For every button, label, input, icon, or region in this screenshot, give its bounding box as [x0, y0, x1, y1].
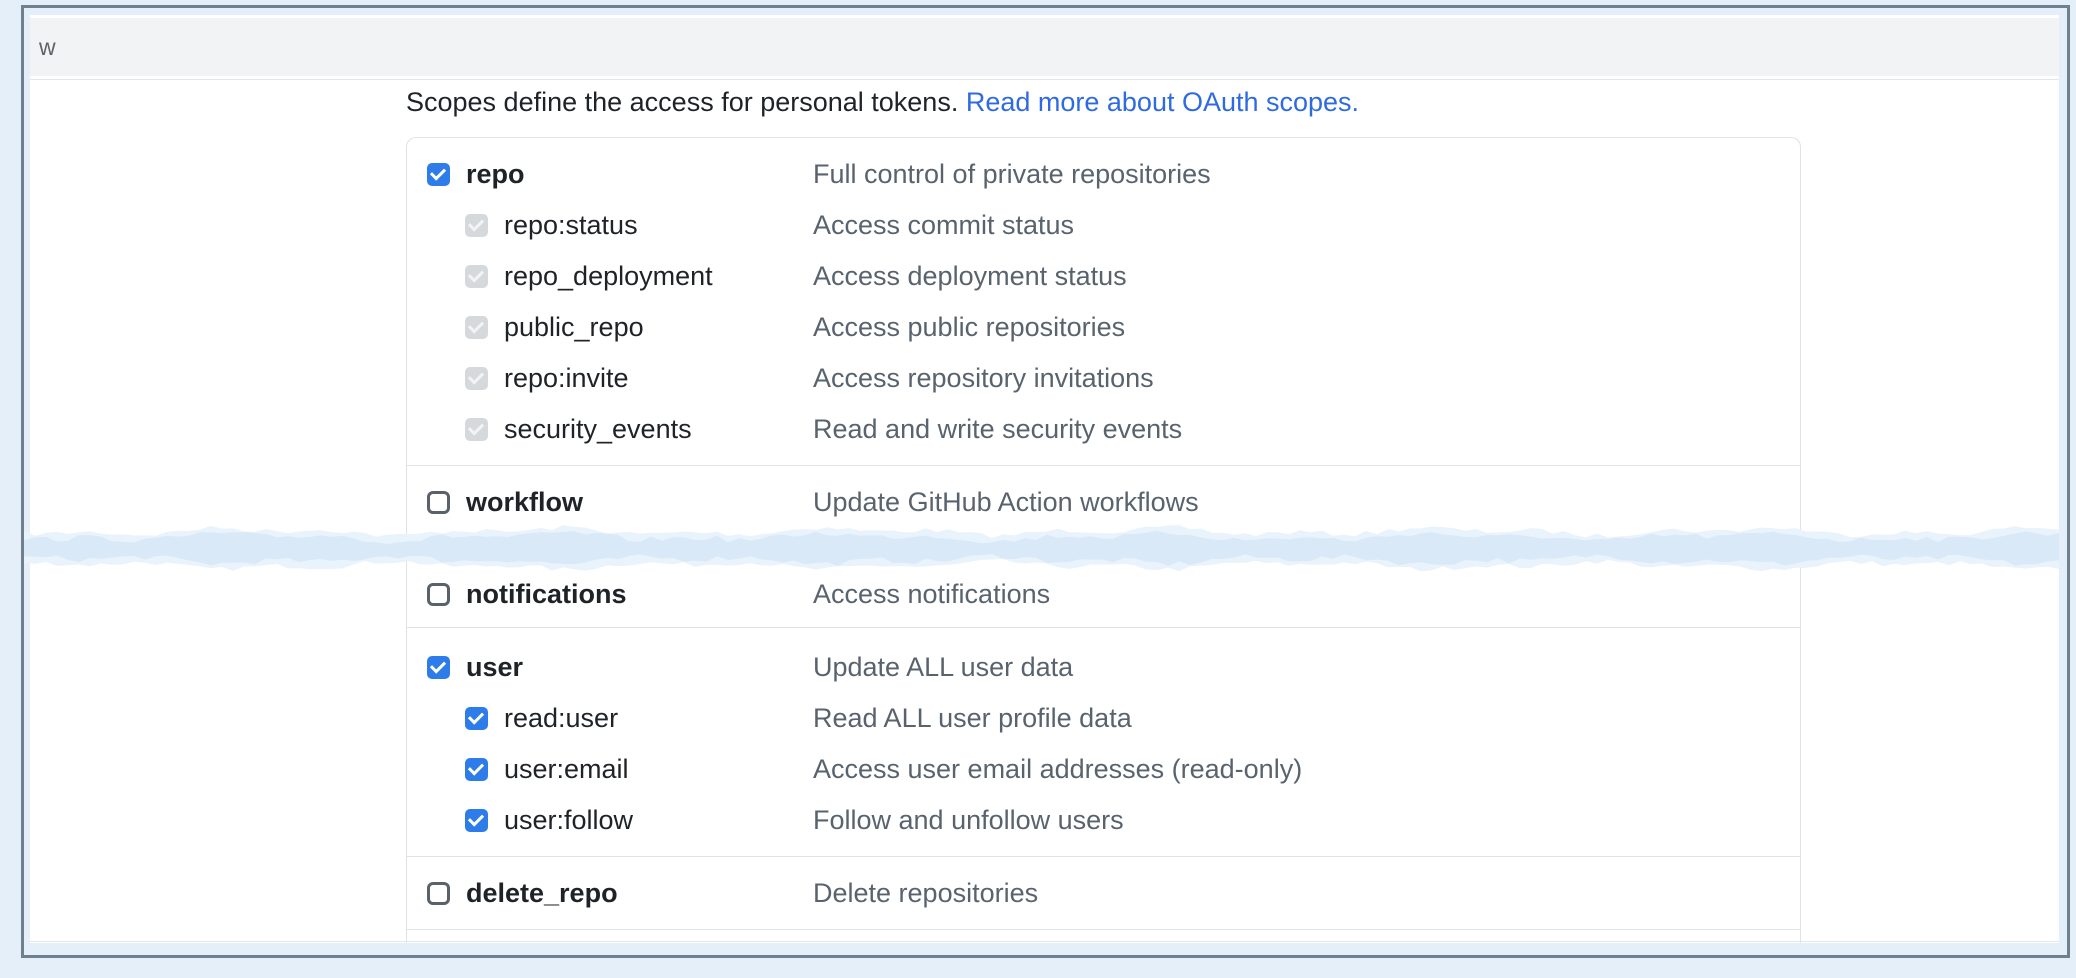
scope-description: Access deployment status [813, 261, 1127, 292]
scope-checkbox-security_events [465, 418, 488, 441]
scope-label[interactable]: notifications [466, 579, 627, 610]
scope-checkbox-repo:status [465, 214, 488, 237]
scope-row: public_repo Access public repositories [407, 311, 1800, 343]
scope-label[interactable]: repo:status [504, 210, 638, 241]
scope-label[interactable]: user [466, 652, 523, 683]
scopes-intro: Scopes define the access for personal to… [406, 87, 2059, 117]
scope-section-workflow: workflow Update GitHub Action workflows [407, 465, 1800, 531]
scope-section-user: user Update ALL user data read:user Read AL… [407, 627, 1800, 856]
scope-label[interactable]: user:follow [504, 805, 633, 836]
scope-section-notifications: notifications Access notifications [407, 570, 1800, 627]
header-input[interactable]: w [30, 18, 2059, 76]
scope-checkbox-user[interactable] [427, 656, 450, 679]
scope-description: Access public repositories [813, 312, 1125, 343]
page-panel: w Scopes define the access for personal … [30, 15, 2059, 943]
scope-description: Delete repositories [813, 878, 1038, 909]
scope-checkbox-user:follow[interactable] [465, 809, 488, 832]
scope-checkbox-public_repo [465, 316, 488, 339]
torn-spacer [407, 531, 1800, 570]
scope-description: Access notifications [813, 579, 1050, 610]
scopes-intro-text: Scopes define the access for personal to… [406, 87, 966, 117]
scope-label[interactable]: delete_repo [466, 878, 618, 909]
scope-description: Access user email addresses (read-only) [813, 754, 1302, 785]
scope-row: repo_deployment Access deployment status [407, 260, 1800, 292]
scope-row: delete_repo Delete repositories [407, 877, 1800, 909]
scope-label[interactable]: read:user [504, 703, 618, 734]
scope-checkbox-notifications[interactable] [427, 583, 450, 606]
header-input-value: w [39, 34, 56, 61]
scope-checkbox-read:user[interactable] [465, 707, 488, 730]
scope-checkbox-delete_repo[interactable] [427, 882, 450, 905]
scope-label[interactable]: public_repo [504, 312, 644, 343]
scope-checkbox-workflow[interactable] [427, 491, 450, 514]
scope-row: user:email Access user email addresses (r… [407, 753, 1800, 785]
scope-row: notifications Access notifications [407, 578, 1800, 610]
scope-label[interactable]: workflow [466, 487, 583, 518]
scope-description: Read and write security events [813, 414, 1182, 445]
scope-label[interactable]: security_events [504, 414, 692, 445]
scope-row: workflow Update GitHub Action workflows [407, 486, 1800, 518]
scope-section-repo: repo Full control of private repositories… [407, 138, 1800, 465]
scope-description: Update ALL user data [813, 652, 1073, 683]
scope-label[interactable]: repo:invite [504, 363, 629, 394]
scope-label[interactable]: user:email [504, 754, 629, 785]
scope-checkbox-repo[interactable] [427, 163, 450, 186]
scope-description: Access commit status [813, 210, 1074, 241]
scope-checkbox-user:email[interactable] [465, 758, 488, 781]
scope-row: repo Full control of private repositories [407, 158, 1800, 190]
scope-description: Full control of private repositories [813, 159, 1211, 190]
scope-row: repo:invite Access repository invitations [407, 362, 1800, 394]
scope-description: Access repository invitations [813, 363, 1154, 394]
oauth-scopes-link[interactable]: Read more about OAuth scopes. [966, 87, 1359, 117]
scope-description: Update GitHub Action workflows [813, 487, 1199, 518]
scope-row: security_events Read and write security e… [407, 413, 1800, 445]
scope-label[interactable]: repo [466, 159, 525, 190]
scope-row: user Update ALL user data [407, 651, 1800, 683]
scope-row: repo:status Access commit status [407, 209, 1800, 241]
scope-section-delete_repo: delete_repo Delete repositories [407, 856, 1800, 929]
window-frame: w Scopes define the access for personal … [21, 5, 2070, 958]
scope-checkbox-repo_deployment [465, 265, 488, 288]
scope-label[interactable]: repo_deployment [504, 261, 713, 292]
scopes-list: repo Full control of private repositories… [406, 137, 1801, 943]
scope-row: user:follow Follow and unfollow users [407, 804, 1800, 836]
scope-description: Read ALL user profile data [813, 703, 1132, 734]
scope-checkbox-repo:invite [465, 367, 488, 390]
bottom-divider [30, 941, 2059, 942]
scopes-content: Scopes define the access for personal to… [30, 80, 2059, 943]
scope-description: Follow and unfollow users [813, 805, 1124, 836]
scope-row: read:user Read ALL user profile data [407, 702, 1800, 734]
